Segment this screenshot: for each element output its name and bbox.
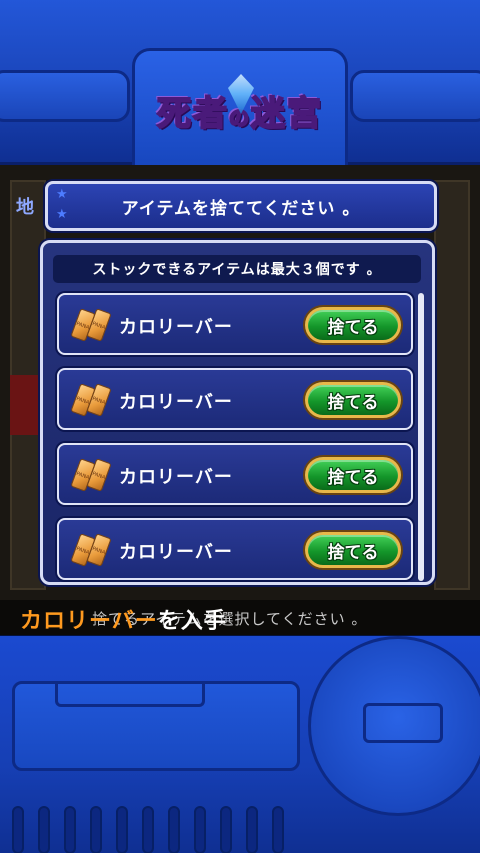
- item-discard-dialog: ストックできるアイテムは最大３個です 。 PANA PANA カロリーバー 捨て…: [40, 240, 435, 585]
- stock-limit-notice: ストックできるアイテムは最大３個です 。: [53, 255, 421, 283]
- item-name: カロリーバー: [119, 542, 233, 563]
- vent-slot: [38, 806, 50, 853]
- obtained-item-name: カロリーバー: [20, 609, 158, 634]
- left-panel-notch: [55, 681, 205, 707]
- discard-button[interactable]: 捨てる: [305, 382, 401, 418]
- vent-slot: [90, 806, 102, 853]
- calorie-bar-icon: PANA PANA: [69, 533, 112, 567]
- game-logo: 死者の迷宮: [150, 74, 330, 142]
- vent-slot: [272, 806, 284, 853]
- calorie-bar-icon: PANA PANA: [69, 308, 112, 342]
- calorie-bar-icon: PANA PANA: [69, 383, 112, 417]
- vent-slot: [142, 806, 154, 853]
- circular-control-pad: [308, 636, 480, 816]
- obtained-message: カロリーバーを入手: [20, 603, 227, 635]
- item-row: PANA PANA カロリーバー 捨てる: [57, 293, 413, 355]
- item-name: カロリーバー: [119, 317, 233, 338]
- discard-button[interactable]: 捨てる: [305, 307, 401, 343]
- discard-title-bar: ★ ★ アイテムを捨ててください 。: [45, 181, 437, 231]
- device-frame-bottom: [0, 636, 480, 853]
- map-label: 地: [16, 197, 34, 218]
- discard-button[interactable]: 捨てる: [305, 532, 401, 568]
- discard-button[interactable]: 捨てる: [305, 457, 401, 493]
- star-icon: ★: [56, 187, 69, 202]
- vent-slot: [220, 806, 232, 853]
- speaker-vents: [12, 806, 312, 853]
- vent-slot: [194, 806, 206, 853]
- frame-right-ear: [350, 70, 480, 122]
- pad-center-shape: [363, 703, 443, 743]
- scrollbar-thumb[interactable]: [418, 293, 424, 581]
- vent-slot: [246, 806, 258, 853]
- obtained-suffix: を入手: [157, 609, 227, 634]
- vent-slot: [12, 806, 24, 853]
- frame-left-ear: [0, 70, 130, 122]
- calorie-bar-icon: PANA PANA: [69, 458, 112, 492]
- right-side-panel: [434, 180, 470, 590]
- discard-title: アイテムを捨ててください 。: [121, 198, 361, 219]
- item-row: PANA PANA カロリーバー 捨てる: [57, 518, 413, 580]
- vent-slot: [116, 806, 128, 853]
- vent-slot: [64, 806, 76, 853]
- vent-slot: [168, 806, 180, 853]
- item-name: カロリーバー: [119, 467, 233, 488]
- item-list-scrollbar[interactable]: [418, 293, 424, 581]
- item-row: PANA PANA カロリーバー 捨てる: [57, 368, 413, 430]
- item-row: PANA PANA カロリーバー 捨てる: [57, 443, 413, 505]
- left-control-panel: [12, 681, 300, 771]
- item-name: カロリーバー: [119, 392, 233, 413]
- star-icon: ★: [56, 207, 69, 222]
